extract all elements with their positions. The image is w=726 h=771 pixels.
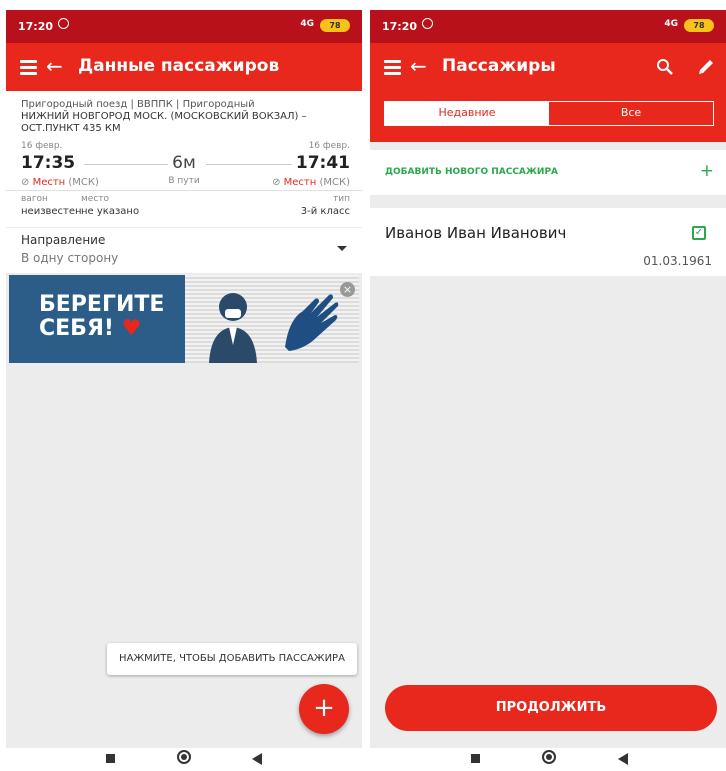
add-new-passenger-row[interactable]: ДОБАВИТЬ НОВОГО ПАССАЖИРА + [370,150,726,195]
alarm-icon [422,18,433,29]
divider [6,190,362,191]
direction-label: Направление [21,233,106,247]
arrival-date: 16 февр. [308,141,350,151]
mask-person-icon [209,293,339,363]
app-bar: ← Пассажиры [370,43,726,91]
seat-label: место [81,194,110,204]
car-label: вагон [21,194,48,204]
direction-value: В одну сторону [21,251,119,265]
app-bar: ← Данные пассажиров [6,43,362,91]
plus-icon: + [699,161,714,181]
arrival-timezone: ⊘ Местн (МСК) [272,177,350,188]
status-bar: 17:20 4G 78 [6,10,362,43]
back-arrow-icon[interactable]: ← [46,53,63,79]
recent-apps-icon[interactable] [471,754,480,763]
trip-duration: 6м [172,153,196,173]
seat-value: не указано [81,206,140,217]
direction-select[interactable]: Направление В одну сторону [6,228,362,273]
continue-button[interactable]: ПРОДОЛЖИТЬ [385,685,717,731]
train-type: Пригородный поезд | ВВППК | Пригородный [21,99,255,110]
battery-icon: 78 [684,19,714,32]
departure-date: 16 февр. [21,141,63,151]
signal-icon: 4G [664,19,678,29]
signal-icon: 4G [300,19,314,29]
nav-back-icon[interactable] [618,753,628,765]
passengers-screen: 17:20 4G 78 ← Пассажиры Недавние Все ДОБ… [370,10,726,748]
menu-icon[interactable] [384,60,401,75]
home-icon[interactable] [542,750,556,764]
home-icon[interactable] [177,750,191,764]
page-title: Данные пассажиров [78,56,280,76]
system-nav-bar [370,748,726,771]
alarm-icon [58,18,69,29]
nav-back-icon[interactable] [252,753,262,765]
menu-icon[interactable] [20,60,37,75]
battery-icon: 78 [320,19,350,32]
tab-recent[interactable]: Недавние [385,102,549,125]
status-time: 17:20 [382,20,418,33]
page-title: Пассажиры [442,56,556,76]
departure-timezone: ⊘ Местн (МСК) [21,177,99,188]
checkbox-checked-icon[interactable]: ✓ [692,226,706,240]
back-arrow-icon[interactable]: ← [410,53,427,79]
banner-illustration [185,275,359,363]
passenger-card[interactable]: Иванов Иван Иванович ✓ 01.03.1961 [370,208,726,276]
recent-apps-icon[interactable] [106,754,115,763]
edit-icon[interactable] [696,57,716,77]
promo-banner[interactable]: БЕРЕГИТЕ СЕБЯ! ♥ × [9,275,359,363]
tab-switch: Недавние Все [384,101,714,126]
status-bar: 17:20 4G 78 [370,10,726,43]
search-icon[interactable] [656,58,674,76]
add-new-passenger-label: ДОБАВИТЬ НОВОГО ПАССАЖИРА [385,167,559,177]
status-time: 17:20 [18,20,54,33]
train-route: НИЖНИЙ НОВГОРОД МОСК. (МОСКОВСКИЙ ВОКЗАЛ… [21,111,307,122]
train-route-2: ОСТ.ПУНКТ 435 КМ [21,123,121,134]
add-passenger-button[interactable]: + [299,684,349,734]
dropdown-arrow-icon [337,246,347,251]
system-nav-bar [6,748,362,771]
passenger-name: Иванов Иван Иванович [385,224,567,242]
passenger-birthdate: 01.03.1961 [643,254,712,268]
class-label: тип [333,194,350,204]
add-passenger-hint: НАЖМИТЕ, ЧТОБЫ ДОБАВИТЬ ПАССАЖИРА [107,643,357,675]
close-icon[interactable]: × [340,282,355,297]
banner-text: БЕРЕГИТЕ СЕБЯ! ♥ [39,292,165,341]
passenger-data-screen: 17:20 4G 78 ← Данные пассажиров Пригород… [6,10,362,748]
tab-all[interactable]: Все [549,102,713,125]
class-value: 3-й класс [300,206,350,217]
heart-icon: ♥ [121,316,142,341]
car-value: неизвестен [21,206,82,217]
tabs-bar: Недавние Все [370,91,726,142]
